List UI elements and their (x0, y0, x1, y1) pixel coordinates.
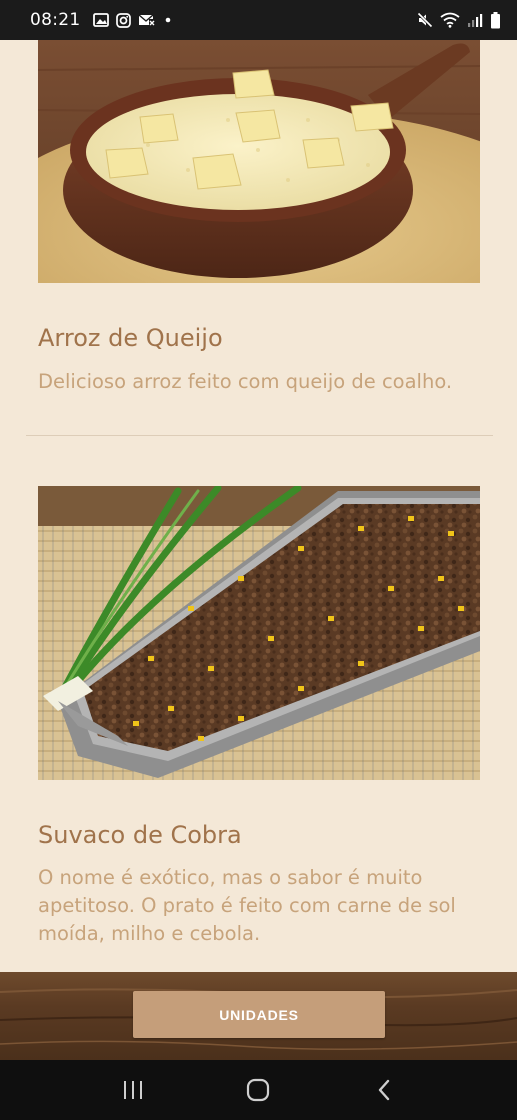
item-description: Delicioso arroz feito com queijo de coal… (38, 370, 453, 393)
item-divider (26, 435, 493, 436)
mail-icon (138, 13, 156, 27)
mute-icon (417, 12, 433, 28)
battery-icon (490, 11, 501, 29)
instagram-icon (115, 12, 131, 28)
status-bar: 08:21 (0, 0, 517, 40)
units-button[interactable]: UNIDADES (133, 991, 385, 1038)
wifi-icon (440, 12, 460, 28)
back-icon[interactable] (364, 1070, 404, 1110)
item-title: Arroz de Queijo (38, 324, 223, 352)
home-icon[interactable] (238, 1070, 278, 1110)
signal-icon (467, 13, 483, 28)
menu-list[interactable]: Arroz de Queijo Delicioso arroz feito co… (0, 40, 517, 972)
dot-icon (163, 15, 173, 25)
status-system-icons (417, 11, 501, 29)
status-time: 08:21 (30, 10, 81, 30)
item-description: O nome é exótico, mas o sabor é muito ap… (38, 866, 456, 945)
recent-apps-icon[interactable] (113, 1070, 153, 1110)
rice-with-cheese-photo (38, 40, 480, 283)
ground-beef-corn-photo (38, 486, 480, 780)
item-title: Suvaco de Cobra (38, 821, 242, 849)
image-icon (92, 13, 109, 27)
footer-bar: UNIDADES (0, 972, 517, 1060)
status-notification-icons (92, 12, 173, 28)
system-nav-bar (0, 1060, 517, 1120)
